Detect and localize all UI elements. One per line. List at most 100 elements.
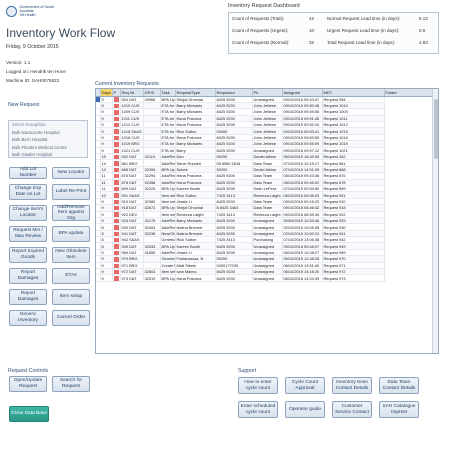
task-cell: ETA for stock [160, 147, 176, 155]
assignee-cell: 08/10/2015 09:36:03 [282, 191, 323, 199]
priority-flag-icon [113, 244, 119, 249]
customer-service-contact-button[interactable]: Customer Service Contact [332, 401, 372, 418]
enter-scheduled-cycle-count-button[interactable]: Enter scheduled cycle count [238, 401, 278, 418]
total-lead-value: 4.83 [419, 40, 428, 45]
column-header[interactable]: GP/S [143, 89, 161, 97]
column-header[interactable]: Days [100, 89, 113, 97]
inventory-workflow-window: Government of South Australia SA Health … [0, 0, 453, 453]
assignee-cell: 05/10/2015 09:48:07 [282, 242, 323, 250]
assignee-cell: 09/10/2015 09:51:45 [282, 115, 323, 123]
inventory-team-contact-button[interactable]: Inventory team Contact Details [332, 377, 372, 394]
add-remove-item-button[interactable]: Add/Remove Item against Org [52, 205, 90, 221]
priority-flag-icon [113, 199, 119, 204]
grid-body: 9554 DAT29966BPA UpdateShejal Ghoshal842… [96, 96, 434, 282]
normal-count-label: Count of Requests (Normal): [232, 40, 290, 45]
grid-label: Current Inventory Requests: [95, 81, 160, 87]
column-header[interactable]: Folder [384, 89, 435, 97]
priority-flag-icon [113, 97, 119, 102]
site-option[interactable]: Bulk Naracoorte Hospital [9, 129, 87, 137]
urgent-count-value: 10 [309, 28, 315, 33]
assignee-cell: 09/10/2015 09:52:10 [282, 121, 323, 129]
site-option[interactable]: Bulk Gawler Hospital [9, 151, 87, 159]
priority-flag-icon [113, 231, 119, 236]
table-row[interactable]: 9 973 DAT32519BPA UpdateHana Pokorna8425 … [96, 274, 434, 282]
priority-flag-icon [113, 110, 119, 115]
task-cell: Add/Remove Iten [160, 217, 176, 225]
requests-table: Days P Req Nt GP/S Task RequestType Requestor P… [96, 89, 435, 282]
close-database-button[interactable]: Close Data Base [9, 406, 49, 422]
assignee-cell: 30/09/2015 12:53:46 [282, 217, 323, 225]
priority-flag-icon [113, 263, 119, 268]
priority-flag-icon [113, 135, 119, 140]
mdt-cell: Request 973 [322, 274, 385, 282]
assignee-cell: 06/10/2015 16:49:55 [282, 153, 323, 161]
assignee-cell: 09/10/2015 09:53:59 [282, 134, 323, 142]
cancel-order-button[interactable]: Cancel Order [52, 310, 90, 326]
column-header[interactable]: RequestType [175, 89, 216, 97]
column-header[interactable]: Task [160, 89, 176, 97]
assignee-cell: 06/10/2015 14:24:39 [282, 274, 323, 282]
priority-flag-icon [113, 257, 119, 262]
column-header[interactable]: P [112, 89, 121, 97]
new-obsolete-item-button[interactable]: New /Obsolete Item [52, 247, 90, 263]
task-cell: Item setup [160, 191, 176, 199]
column-header[interactable]: Req Nt [120, 89, 144, 97]
priority-cell [112, 274, 121, 282]
task-cell: Add/Remove Iten [160, 153, 176, 161]
task-cell: ETA for stock [160, 108, 176, 116]
cycle-count-approval-button[interactable]: Cycle Count Approval [285, 377, 325, 394]
column-header[interactable]: Assignee [282, 89, 323, 97]
data-team-contact-button[interactable]: Data Team Contact Details [379, 377, 419, 394]
site-option[interactable]: Bulk Berri Hospital [9, 136, 87, 144]
search-for-request-button[interactable]: Search for Request [52, 376, 90, 392]
etas-button[interactable]: ETAs [52, 268, 90, 284]
bpa-update-button[interactable]: BPA update [52, 226, 90, 242]
assignee-cell: 02/10/2015 10:52:24 [282, 230, 323, 238]
task-cell: ETA for stock [160, 121, 176, 129]
logo-line1: Government of South Australia [19, 5, 54, 13]
scrollbar-thumb[interactable] [434, 99, 438, 159]
priority-flag-icon [113, 218, 119, 223]
operator-guide-button[interactable]: Operator guide [285, 401, 325, 418]
label-reprint-button[interactable]: Label Re-Print [52, 184, 90, 200]
sah-catalogue-button[interactable]: SAH Catalogue Imprest [379, 401, 419, 418]
report-expired-goods-button[interactable]: Report Expired Goods [9, 247, 47, 263]
column-header[interactable]: Requestor [215, 89, 253, 97]
column-header[interactable]: Ph [252, 89, 283, 97]
app-title: Inventory Work Flow [6, 26, 116, 40]
task-cell: Generic Request [160, 236, 176, 244]
request-min-max-button[interactable]: Request Min / Max Review [9, 226, 47, 242]
gps-cell: 32519 [143, 274, 161, 282]
change-items-locator-button[interactable]: Change Item's Locator [9, 205, 47, 221]
column-header[interactable]: MDT [322, 89, 385, 97]
task-cell: Item setup [160, 198, 176, 206]
support-label: Support [238, 368, 257, 374]
item-setup-button[interactable]: Item setup [52, 289, 90, 305]
report-damages-button[interactable]: Report Damages [9, 268, 47, 284]
group-site-select[interactable]: Select Group/Site: Bulk Naracoorte Hospi… [8, 120, 88, 158]
open-update-request-button[interactable]: Open/Update Request [9, 376, 47, 392]
task-cell: Add/Remove Iten [160, 179, 176, 187]
how-to-enter-cycle-count-button[interactable]: How to enter cycle count [238, 377, 278, 394]
task-cell: BPA Update [160, 185, 176, 193]
add-lot-number-button[interactable]: Add Lot Number [9, 167, 47, 179]
grid-scrollbar[interactable] [432, 89, 438, 353]
change-exp-date-button[interactable]: Change Exp Date on Lot [9, 184, 47, 200]
urgent-lead-label: Urgent Request Lead time (in days): [327, 28, 400, 33]
req-nt-cell: 973 DAT [120, 274, 144, 282]
select-placeholder: Select Group/Site: [12, 122, 47, 127]
task-cell: Create New Locat [160, 262, 176, 270]
report-damages-2-button[interactable]: Report Damages [9, 289, 47, 305]
new-locator-button[interactable]: New Locator [52, 167, 90, 179]
assignee-cell: 09/10/2015 09:49:55 [282, 108, 323, 116]
assignee-cell: 06/10/2015 13:51:40 [282, 262, 323, 270]
requests-grid[interactable]: Days P Req Nt GP/S Task RequestType Requestor P… [95, 88, 439, 354]
assignee-cell: 07/10/2015 14:51:09 [282, 166, 323, 174]
assignee-cell: 09/10/2015 09:50:48 [282, 102, 323, 110]
generic-inventory-button[interactable]: Generic Inventory [9, 310, 47, 326]
task-cell: BPA Update [160, 166, 176, 174]
priority-flag-icon [113, 276, 119, 281]
site-option[interactable]: Bulk Flinders Medical Centre [9, 144, 87, 152]
assignee-cell: 02/10/2015 10:05:08 [282, 223, 323, 231]
logo-line2: SA Health [19, 13, 36, 17]
